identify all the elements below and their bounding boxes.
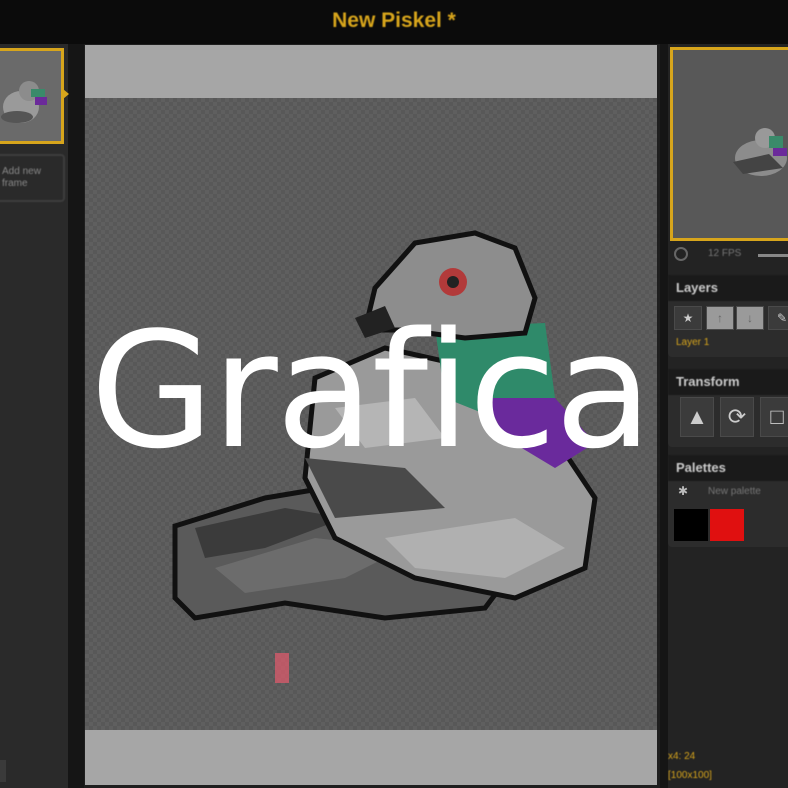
app-title[interactable]: New Piskel * [0, 9, 788, 33]
fps-label: 12 FPS [708, 248, 742, 259]
top-bar: New Piskel * [0, 0, 788, 44]
move-layer-up-button[interactable]: ↑ [706, 306, 734, 330]
overlay-text: Grafica [90, 297, 653, 484]
edit-layer-button[interactable]: ✎ [768, 306, 788, 330]
add-frame-button[interactable]: Add new frame [0, 154, 65, 202]
secondary-color-swatch[interactable] [710, 509, 744, 541]
preview-settings-icon[interactable] [674, 247, 688, 261]
palette-select[interactable]: New palette [708, 483, 761, 501]
layer-toolbar: ★ ↑ ↓ ✎ [674, 306, 788, 330]
primary-color-swatch[interactable] [674, 509, 708, 541]
transform-panel: Transform ▲ ⟳ □ [668, 369, 788, 447]
palette-selector[interactable]: ✱ New palette [674, 483, 786, 501]
fps-control: 12 FPS [670, 244, 788, 266]
frame-thumbnail[interactable] [0, 48, 64, 144]
current-frame-marker [63, 89, 69, 99]
layer-item[interactable]: Layer 1 [676, 337, 709, 348]
animation-preview [670, 47, 788, 241]
layers-panel: Layers ★ ↑ ↓ ✎ Layer 1 [668, 275, 788, 357]
layers-header: Layers [668, 275, 788, 301]
move-layer-down-button[interactable]: ↓ [736, 306, 764, 330]
add-layer-button[interactable]: ★ [674, 306, 702, 330]
flip-icon[interactable]: ▲ [680, 397, 714, 437]
transform-header: Transform [668, 369, 788, 395]
palettes-panel: Palettes ✱ New palette [668, 455, 788, 547]
cursor-coordinates: x4: 24 [668, 751, 696, 762]
add-palette-icon[interactable]: ✱ [678, 484, 688, 498]
frames-scrollbar[interactable] [0, 760, 6, 782]
rotate-icon[interactable]: ⟳ [720, 397, 754, 437]
canvas-size: [100x100] [668, 770, 712, 781]
fps-slider[interactable] [758, 254, 788, 257]
panel-divider [660, 44, 668, 788]
frames-divider [68, 44, 84, 788]
clone-icon[interactable]: □ [760, 397, 788, 437]
palettes-header: Palettes [668, 455, 788, 481]
